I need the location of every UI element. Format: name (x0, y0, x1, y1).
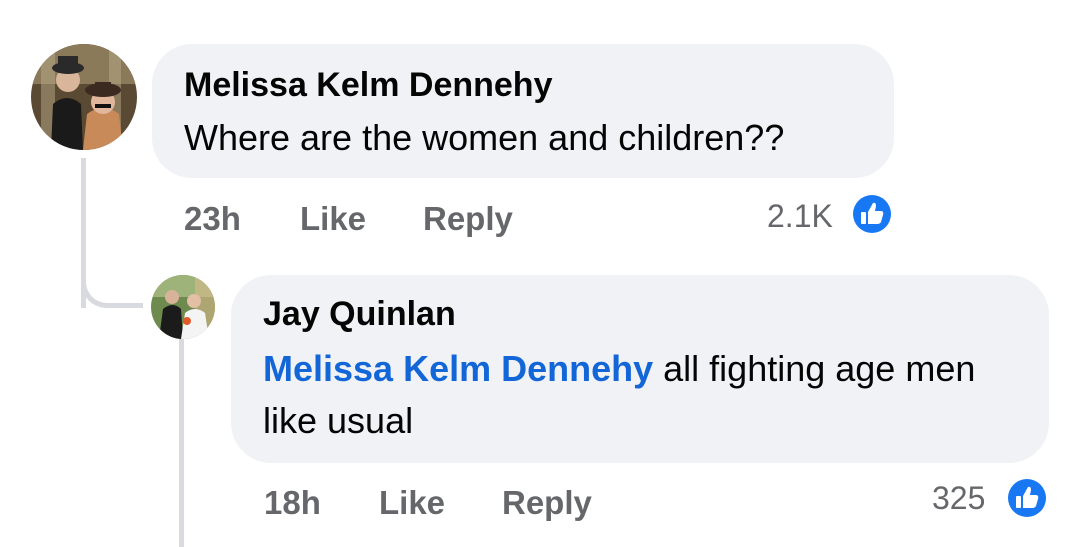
like-button[interactable]: Like (300, 200, 366, 238)
comment-bubble: Melissa Kelm Dennehy Where are the women… (152, 44, 894, 178)
comment-bubble: Jay Quinlan Melissa Kelm Dennehy all fig… (231, 275, 1049, 463)
thread-line-reply (179, 338, 184, 547)
thumbs-up-icon[interactable] (850, 192, 894, 236)
avatar[interactable] (151, 275, 215, 339)
thumbs-up-icon[interactable] (1005, 476, 1049, 520)
thread-connector (81, 258, 143, 308)
reaction-count[interactable]: 2.1K (767, 198, 833, 235)
comment-text: Where are the women and children?? (184, 117, 785, 158)
like-button[interactable]: Like (379, 484, 445, 522)
avatar[interactable] (31, 44, 137, 150)
reaction-count[interactable]: 325 (932, 480, 985, 517)
comment-timestamp[interactable]: 18h (264, 484, 321, 522)
comment-author[interactable]: Melissa Kelm Dennehy (184, 66, 552, 105)
comment-timestamp[interactable]: 23h (184, 200, 241, 238)
reply-button[interactable]: Reply (423, 200, 513, 238)
comment-text: Melissa Kelm Dennehy all fighting age me… (263, 343, 1023, 447)
reply-button[interactable]: Reply (502, 484, 592, 522)
comment-author[interactable]: Jay Quinlan (263, 295, 456, 334)
mention-link[interactable]: Melissa Kelm Dennehy (263, 348, 653, 389)
